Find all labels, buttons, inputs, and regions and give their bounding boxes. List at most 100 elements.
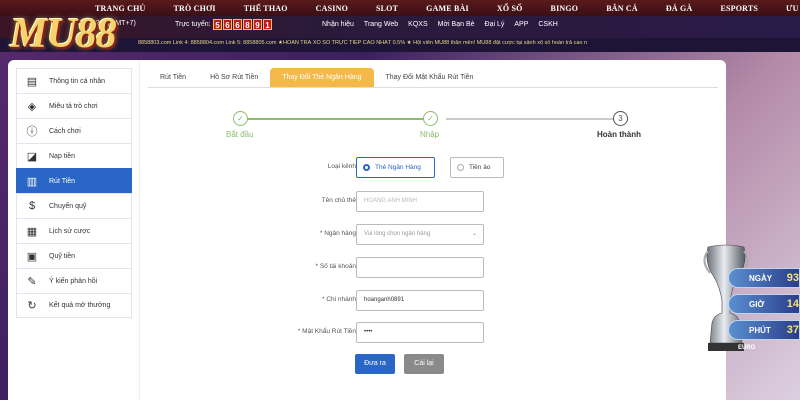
withdraw-password-row: * Mật Khẩu Rút Tiền ••••	[218, 322, 618, 344]
submit-button[interactable]: Đưa ra	[355, 354, 395, 374]
sidebar-item[interactable]: ⓘ Cách chơi	[16, 118, 132, 143]
sidebar-item[interactable]: ◈ Miêu tả trò chơi	[16, 93, 132, 118]
channel-type-label: Loại kênh	[327, 163, 356, 170]
sidebar-item[interactable]: ◪ Nạp tiền	[16, 143, 132, 168]
sidebar-item[interactable]: ▦ Lịch sử cược	[16, 218, 132, 243]
euro-label: EURO	[738, 345, 756, 351]
tab[interactable]: Rút Tiền	[148, 68, 198, 87]
info-icon: ⓘ	[26, 126, 38, 138]
nav-item[interactable]: ƯU ĐÃI	[786, 4, 800, 13]
bank-select[interactable]: Vui lòng chọn ngân hàng ⌄	[356, 224, 484, 245]
countdown-hours: GIỜ 14	[728, 294, 800, 314]
logo-text: MU88	[10, 11, 117, 57]
sidebar-item[interactable]: ▥ Rút Tiền	[16, 168, 132, 193]
sidebar-item-label: Chuyển quỹ	[49, 202, 87, 210]
news-ticker: 8858803.com Link 4: 8858804.com Link 5: …	[138, 40, 588, 46]
withdraw-tabs: Rút Tiền Hồ Sơ Rút Tiền Thay Đổi Thẻ Ngân …	[148, 68, 718, 88]
tab[interactable]: Hồ Sơ Rút Tiền	[198, 68, 270, 87]
sidebar-item-label: Ý kiến phản hồi	[49, 277, 98, 285]
header-link[interactable]: CSKH	[538, 21, 557, 28]
online-counter: 566891	[213, 19, 273, 30]
nav-item[interactable]: ĐÁ GÀ	[666, 4, 693, 13]
sidebar-item[interactable]: ▤ Thông tin cá nhân	[16, 68, 132, 93]
step-2-check-icon: ✓	[423, 111, 438, 126]
deposit-icon: ◪	[26, 150, 38, 163]
chevron-down-icon: ⌄	[471, 231, 477, 237]
online-label: Trực tuyến:	[175, 21, 211, 28]
withdraw-password-field[interactable]: ••••	[356, 322, 484, 343]
results-icon: ↻	[27, 300, 37, 312]
nav-item[interactable]: ESPORTS	[720, 4, 758, 13]
wallet-icon: ▣	[26, 250, 38, 263]
sidebar-item-label: Nạp tiền	[49, 152, 76, 160]
sidebar-item-label: Lịch sử cược	[49, 227, 91, 235]
gamepad-icon: ◈	[27, 100, 37, 113]
counter-digit: 6	[233, 19, 242, 30]
step-3-label: Hoàn thành	[597, 130, 641, 139]
countdown-widget: NGÀY 93 GIỜ 14 PHÚT 37	[728, 268, 800, 346]
sidebar-item[interactable]: ↻ Kết quả mở thưởng	[16, 293, 132, 318]
sidebar-item[interactable]: ✎ Ý kiến phản hồi	[16, 268, 132, 293]
bank-row: * Ngân hàng Vui lòng chọn ngân hàng ⌄	[218, 224, 618, 246]
card-holder-label: Tên chủ thẻ	[321, 197, 356, 204]
sidebar-item-label: Thông tin cá nhân	[49, 77, 106, 85]
radio-crypto[interactable]: Tiền ảo	[450, 157, 504, 178]
header-link[interactable]: Trang Web	[364, 21, 398, 28]
nav-item[interactable]: THỂ THAO	[244, 4, 288, 13]
step-3-number: 3	[613, 111, 628, 126]
header-link[interactable]: APP	[514, 21, 528, 28]
countdown-minutes: PHÚT 37	[728, 320, 800, 340]
sidebar-item-label: Rút Tiền	[49, 177, 76, 185]
counter-digit: 8	[243, 19, 252, 30]
card-holder-row: Tên chủ thẻ HOANG ANH MINH	[218, 191, 618, 213]
account-number-field[interactable]	[356, 257, 484, 278]
header-link[interactable]: Mời Bạn Bè	[438, 21, 475, 28]
branch-label: * Chi nhánh	[322, 296, 356, 303]
nav-item[interactable]: XỔ SỐ	[497, 4, 523, 13]
radio-dot-icon	[457, 164, 464, 171]
divider	[139, 60, 140, 400]
history-icon: ▦	[26, 225, 38, 238]
tab[interactable]: Thay Đổi Mật Khẩu Rút Tiền	[374, 68, 486, 87]
step-2-label: Nhập	[420, 130, 440, 139]
bank-label: * Ngân hàng	[319, 230, 356, 237]
header-link[interactable]: KQXS	[408, 21, 427, 28]
header-link[interactable]: Nhận hiệu	[322, 21, 354, 28]
transfer-icon: $	[28, 200, 36, 212]
nav-item[interactable]: TRÒ CHƠI	[173, 4, 215, 13]
sidebar-item-label: Miêu tả trò chơi	[49, 102, 98, 110]
channel-type-row: Loại kênh Thẻ Ngân Hàng Tiền ảo	[218, 157, 618, 179]
nav-item[interactable]: GAME BÀI	[426, 4, 469, 13]
counter-digit: 9	[253, 19, 262, 30]
sidebar-item-label: Kết quả mở thưởng	[49, 302, 111, 309]
countdown-days: NGÀY 93	[728, 268, 800, 288]
branch-field[interactable]: hoanganh0891	[356, 290, 484, 311]
step-remaining-line	[446, 118, 618, 120]
sidebar-item[interactable]: $ Chuyển quỹ	[16, 193, 132, 218]
nav-item[interactable]: BINGO	[551, 4, 579, 13]
sidebar-item[interactable]: ▣ Quỹ tiền	[16, 243, 132, 268]
branch-row: * Chi nhánh hoanganh0891	[218, 290, 618, 312]
step-progress-line	[246, 118, 430, 120]
account-sidebar: ▤ Thông tin cá nhân ◈ Miêu tả trò chơi ⓘ Cách…	[16, 68, 132, 318]
tab[interactable]: Thay Đổi Thẻ Ngân Hàng	[270, 68, 374, 87]
withdraw-password-label: * Mật Khẩu Rút Tiền	[297, 328, 356, 335]
reset-button[interactable]: Cài lại	[404, 354, 444, 374]
nav-item[interactable]: CASINO	[316, 4, 348, 13]
account-number-label: * Số tài khoản	[315, 263, 356, 270]
nav-item[interactable]: BẮN CÁ	[606, 4, 638, 13]
counter-digit: 5	[213, 19, 222, 30]
nav-item[interactable]: SLOT	[376, 4, 398, 13]
sidebar-item-label: Cách chơi	[49, 127, 81, 135]
feedback-icon: ✎	[27, 275, 37, 288]
step-1-label: Bắt đầu	[226, 130, 254, 139]
card-holder-field[interactable]: HOANG ANH MINH	[356, 191, 484, 212]
radio-bank-card[interactable]: Thẻ Ngân Hàng	[356, 157, 435, 178]
sidebar-item-label: Quỹ tiền	[49, 252, 76, 260]
radio-dot-icon	[363, 164, 370, 171]
site-logo[interactable]: MU88	[4, 8, 174, 68]
step-1-check-icon: ✓	[233, 111, 248, 126]
withdraw-icon: ▥	[26, 175, 38, 188]
header-link[interactable]: Đại Lý	[485, 21, 505, 28]
header-links: Nhận hiệu Trang Web KQXS Mời Bạn Bè Đại Lý AP…	[322, 21, 568, 28]
